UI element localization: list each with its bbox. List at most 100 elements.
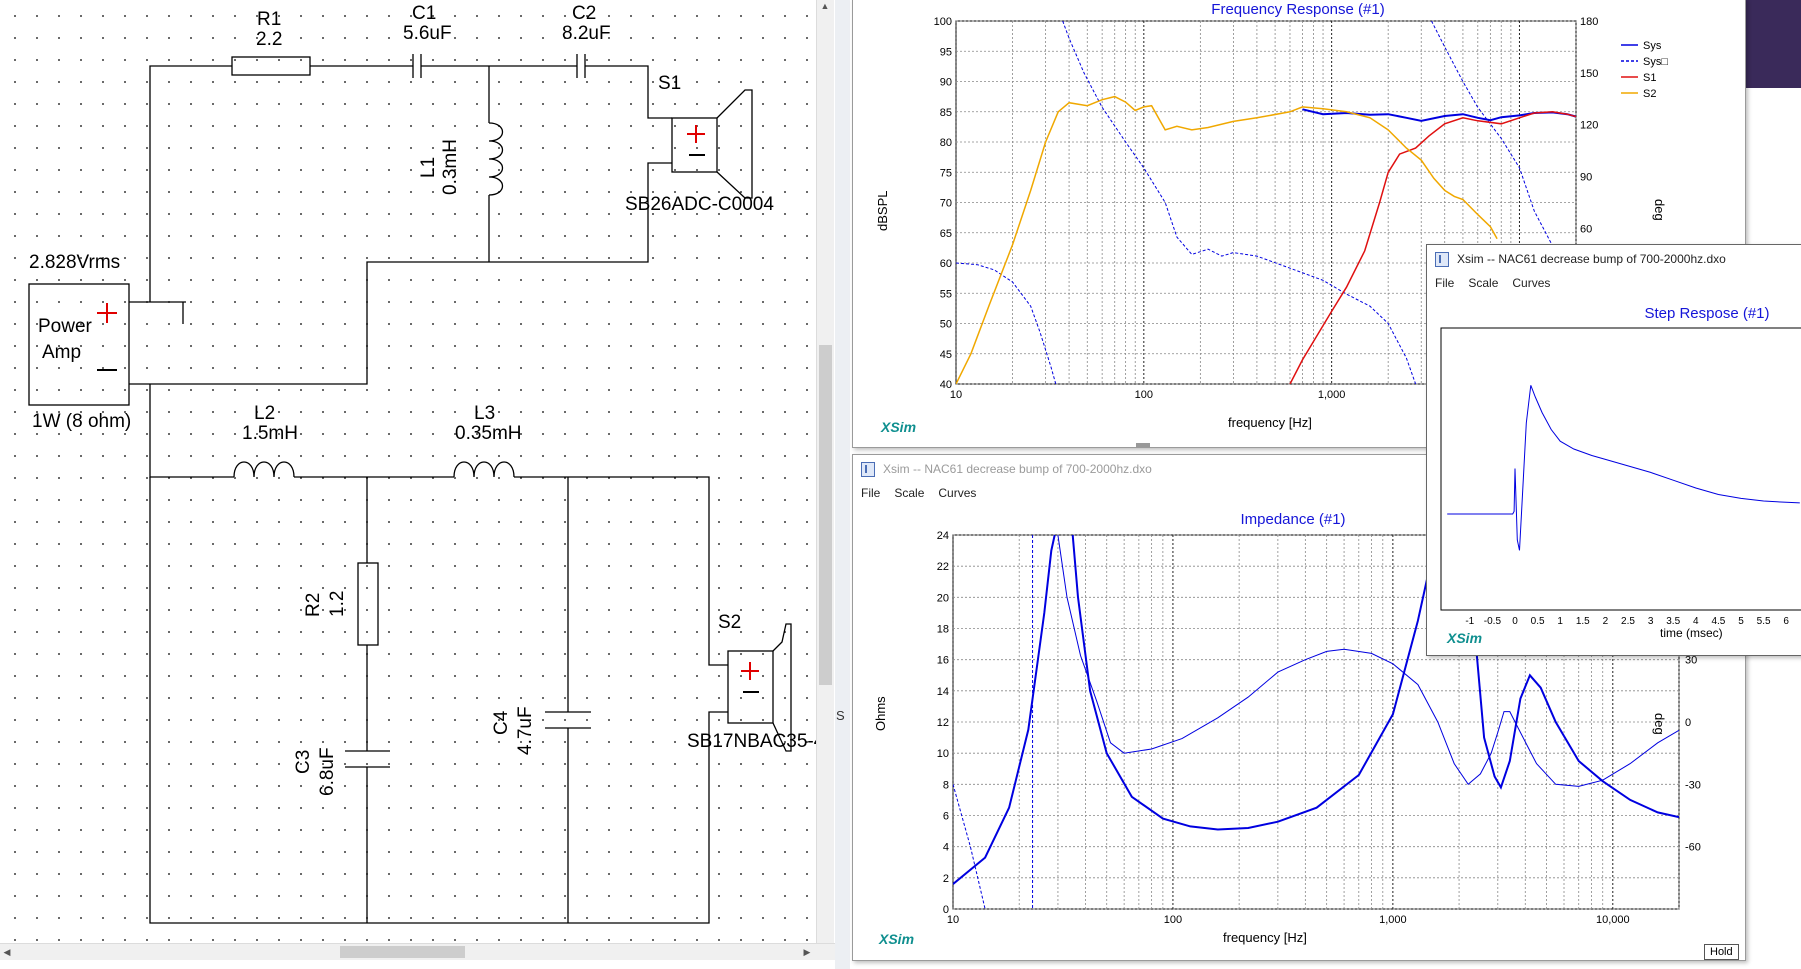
freq-xtick-label: 1,000 (1318, 389, 1346, 401)
l3-name: L3 (474, 403, 496, 424)
l3-coil (453, 461, 515, 478)
freq-ytick-label: 80 (940, 137, 952, 149)
imp-ylabel: Ohms (873, 696, 888, 731)
schematic-vertical-scrollbar[interactable]: ▲ (816, 0, 834, 943)
step-xtick-label: 2.5 (1621, 616, 1635, 627)
s1-plus-sign (687, 125, 705, 143)
amp-plus-sign (97, 303, 117, 323)
desktop-background (1741, 0, 1801, 88)
scroll-right-icon[interactable]: ▶ (800, 946, 814, 958)
r2-name: R2 (303, 592, 324, 617)
imp-ytick-label: 20 (937, 592, 949, 604)
imp-xtick-label: 100 (1164, 914, 1182, 926)
step-xtick-label: 5 (1738, 616, 1744, 627)
freq-ytick-label: 50 (940, 319, 952, 331)
c1-value: 5.6uF (403, 23, 452, 44)
c2-plates (576, 54, 586, 78)
step-plot-area (1440, 327, 1801, 611)
window-resize-tab[interactable] (1136, 443, 1150, 447)
freq-xsim-logo: XSim (881, 419, 917, 435)
s2-name: S2 (718, 612, 742, 633)
l2-value: 1.5mH (242, 423, 298, 444)
step-xtick-label: -1 (1465, 616, 1474, 627)
c4-name: C4 (491, 710, 512, 735)
r1-body (231, 56, 311, 76)
freq-xtick-label: 10 (950, 389, 962, 401)
schematic-canvas[interactable]: 2.828Vrms Power Amp 1W (8 ohm) R1 2.2 C1… (0, 0, 835, 955)
schematic-horizontal-scrollbar[interactable]: ◀ ▶ (0, 943, 835, 960)
horizontal-scroll-thumb[interactable] (340, 946, 465, 958)
imp-ytick-label: 18 (937, 624, 949, 636)
amp-load-label: 1W (8 ohm) (32, 411, 132, 432)
vertical-scroll-thumb[interactable] (819, 345, 832, 685)
freq-xtick-label: 100 (1135, 389, 1153, 401)
stray-label: S (836, 708, 845, 723)
l3-value: 0.35mH (455, 423, 522, 444)
hold-button[interactable]: Hold (1704, 944, 1739, 960)
imp-xlabel: frequency [Hz] (1223, 930, 1307, 945)
schematic-drawing (28, 54, 792, 924)
imp-xtick-label: 10,000 (1596, 914, 1630, 926)
scroll-up-icon[interactable]: ▲ (818, 0, 832, 12)
c2-value: 8.2uF (562, 23, 611, 44)
freq-ytick-label: 90 (940, 77, 952, 89)
step-xtick-label: 1.5 (1576, 616, 1590, 627)
c4-value: 4.7uF (515, 706, 536, 755)
freq-ytick-label: 60 (940, 258, 952, 270)
l1-name: L1 (418, 156, 439, 178)
imp-ytick-label: 6 (943, 811, 949, 823)
step-xtick-label: 1 (1557, 616, 1563, 627)
window-gap (835, 0, 850, 969)
freq-ylabel: dBSPL (875, 190, 890, 231)
scroll-left-icon[interactable]: ◀ (0, 946, 14, 958)
s2-speaker-box (727, 650, 774, 724)
freq-ytick-label: 75 (940, 167, 952, 179)
imp-ytick-label: 2 (943, 873, 949, 885)
freq-y2tick-label: 150 (1580, 68, 1598, 80)
l1-coil (488, 122, 504, 196)
r2-body (357, 562, 379, 646)
freq-y2tick-label: 90 (1580, 172, 1592, 184)
c3-name: C3 (293, 749, 314, 774)
freq-legend-label: S1 (1643, 72, 1656, 84)
r1-value: 2.2 (256, 29, 283, 50)
imp-ytick-label: 22 (937, 561, 949, 573)
l1-value: 0.3mH (440, 139, 461, 195)
step-xtick-label: 0.5 (1531, 616, 1545, 627)
s1-name: S1 (658, 73, 682, 94)
step-response-window[interactable]: Xsim -- NAC61 decrease bump of 700-2000h… (1426, 244, 1801, 656)
imp-y2tick-label: 0 (1685, 717, 1691, 729)
c3-value: 6.8uF (317, 747, 338, 796)
s2-plus-sign (741, 662, 759, 680)
freq-legend-label: S2 (1643, 88, 1656, 100)
imp-y2tick-label: -30 (1685, 779, 1701, 791)
freq-y2tick-label: 120 (1580, 120, 1598, 132)
step-response-chart[interactable]: -1 -0.5 0 0.5 1 1.5 2 2.5 3 3.5 4 4.5 5 5.5 6 (1427, 245, 1801, 655)
imp-y2tick-label: -60 (1685, 842, 1701, 854)
l2-coil (233, 461, 295, 478)
c1-plates (412, 54, 422, 78)
r2-value: 1.2 (327, 590, 348, 617)
freq-legend-label: Sys (1643, 40, 1662, 52)
step-xsim-logo: XSim (1447, 630, 1483, 646)
l2-name: L2 (254, 403, 276, 424)
r1-name: R1 (257, 9, 282, 30)
imp-ytick-label: 14 (937, 686, 949, 698)
s1-speaker-box (671, 117, 718, 173)
step-xtick-label: 0 (1512, 616, 1518, 627)
freq-ytick-label: 95 (940, 46, 952, 58)
step-xtick-label: 2 (1603, 616, 1609, 627)
freq-xlabel: frequency [Hz] (1228, 415, 1312, 430)
c4-plates (545, 711, 591, 729)
step-xtick-label: 5.5 (1757, 616, 1771, 627)
imp-ytick-label: 8 (943, 779, 949, 791)
imp-ytick-label: 16 (937, 655, 949, 667)
freq-ytick-label: 100 (934, 16, 952, 28)
amp-label-line2: Amp (42, 342, 82, 363)
imp-y2label: deg (1652, 713, 1667, 735)
step-xtick-label: 6 (1783, 616, 1789, 627)
amp-label-line1: Power (38, 316, 92, 337)
imp-xsim-logo: XSim (879, 931, 915, 947)
imp-xtick-label: 1,000 (1379, 914, 1407, 926)
imp-ytick-label: 24 (937, 530, 949, 542)
